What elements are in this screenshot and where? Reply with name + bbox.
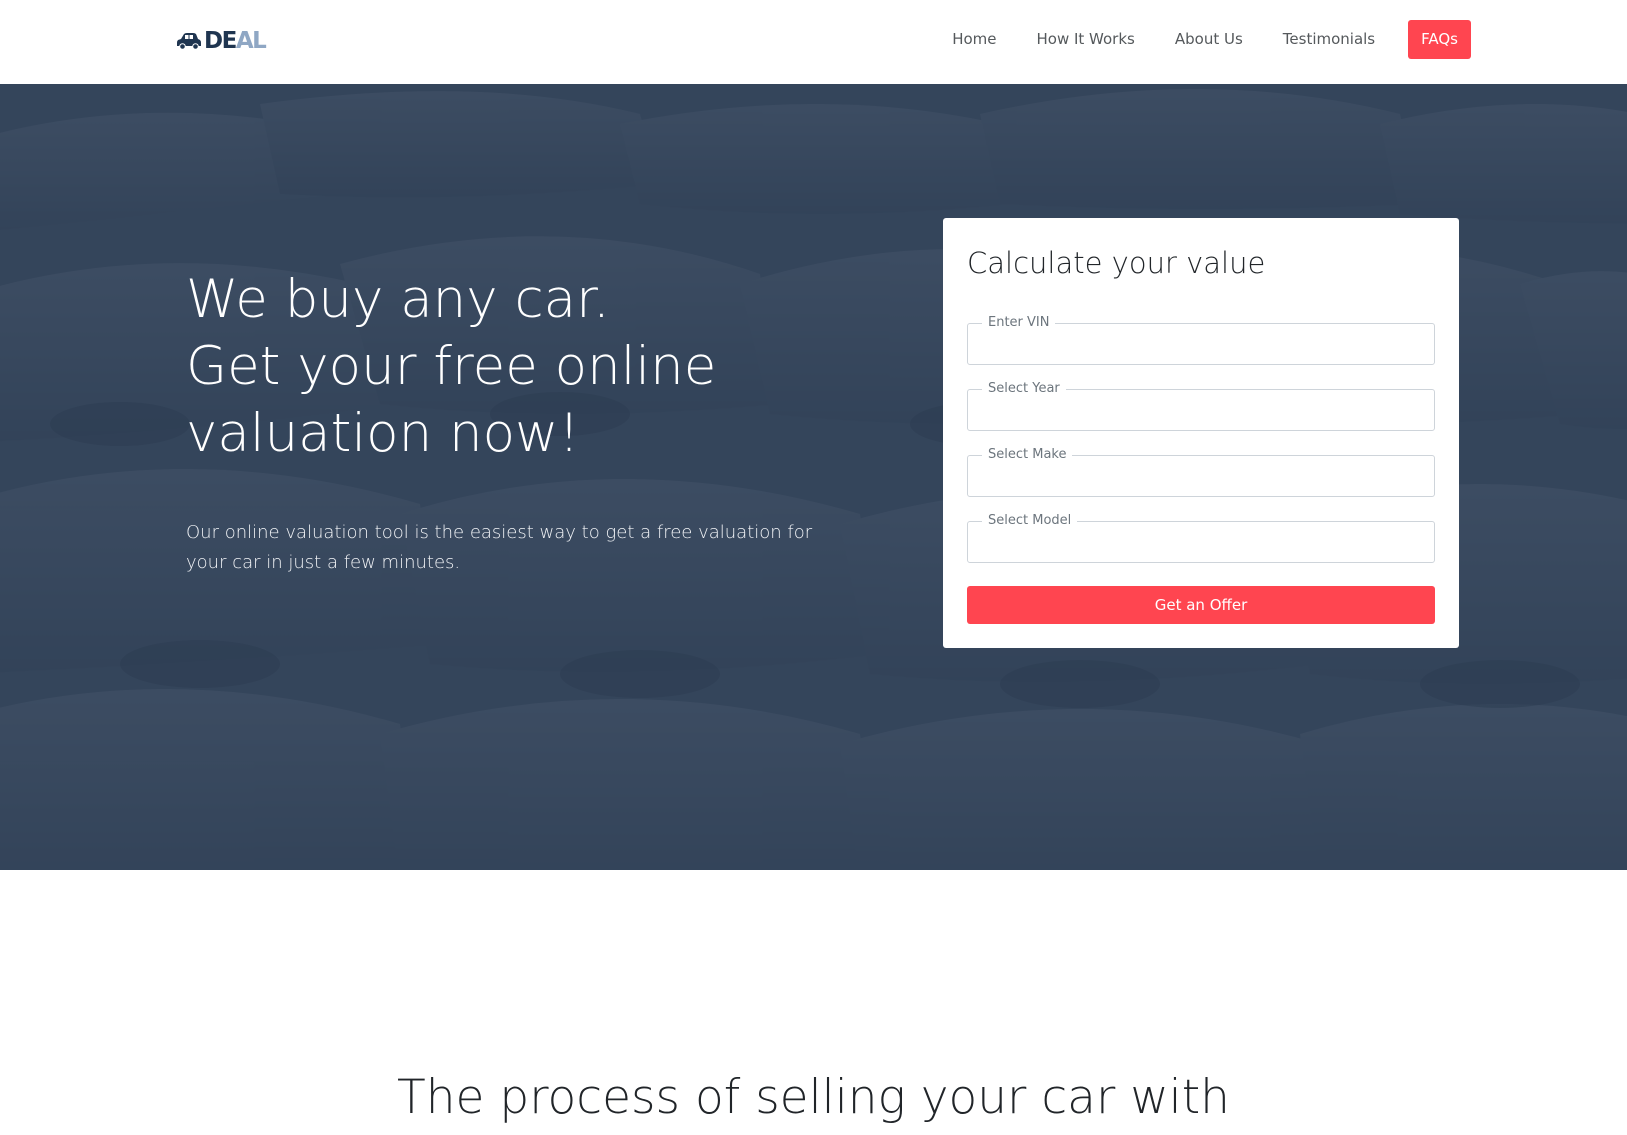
model-select[interactable]: Select Model [967, 512, 1435, 563]
make-select[interactable]: Select Make [967, 446, 1435, 497]
logo-wordmark-light: AL [235, 28, 267, 54]
nav-link-testimonials[interactable]: Testimonials [1283, 20, 1375, 59]
nav-faqs-button[interactable]: FAQs [1408, 20, 1471, 59]
logo-wordmark-dark: DE [204, 28, 237, 54]
nav-link-how-it-works[interactable]: How It Works [1036, 20, 1134, 59]
year-select[interactable]: Select Year [967, 380, 1435, 431]
process-section-title: The process of selling your car with [397, 1070, 1230, 1125]
get-offer-button[interactable]: Get an Offer [967, 586, 1435, 624]
hero-title-line: valuation now! [186, 403, 580, 464]
car-icon [177, 33, 201, 50]
nav-link-about-us[interactable]: About Us [1175, 20, 1243, 59]
hero-section: We buy any car. Get your free online val… [0, 84, 1627, 870]
model-input[interactable] [968, 522, 1434, 562]
make-input[interactable] [968, 456, 1434, 496]
valuation-form-title: Calculate your value [967, 246, 1266, 280]
site-logo[interactable]: DEAL [176, 28, 267, 54]
vin-input[interactable] [968, 324, 1434, 364]
hero-title: We buy any car. Get your free online val… [186, 266, 806, 467]
navbar: DEAL Home How It Works About Us Testimon… [0, 0, 1627, 84]
hero-subtitle: Our online valuation tool is the easiest… [186, 522, 813, 573]
main-nav: Home How It Works About Us Testimonials … [912, 20, 1471, 59]
hero-title-line: Get your free online [186, 336, 717, 397]
logo-wordmark: DEAL [204, 28, 267, 54]
valuation-form: Calculate your value Enter VIN Select Ye… [943, 218, 1459, 648]
hero-title-line: We buy any car. [186, 269, 610, 330]
vin-field[interactable]: Enter VIN [967, 314, 1435, 365]
nav-link-home[interactable]: Home [952, 20, 996, 59]
year-input[interactable] [968, 390, 1434, 430]
